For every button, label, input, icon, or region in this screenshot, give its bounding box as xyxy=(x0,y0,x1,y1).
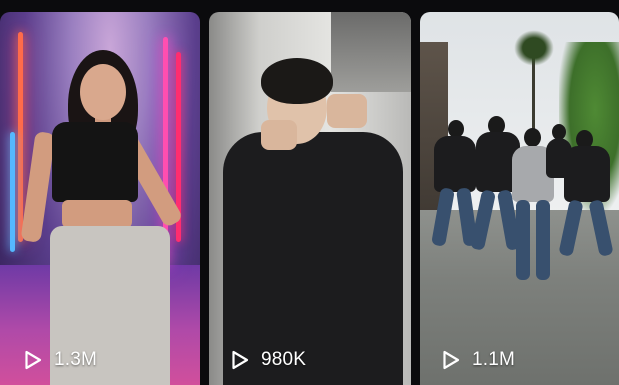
dancer-hand xyxy=(327,94,367,128)
play-icon xyxy=(25,350,42,370)
background-window xyxy=(331,12,411,92)
video-card-2[interactable]: 980K xyxy=(209,12,411,385)
view-count: 980K xyxy=(231,349,306,371)
palm-tree xyxy=(514,30,554,66)
play-icon xyxy=(443,350,460,370)
view-count: 1.1M xyxy=(442,349,515,371)
dancer-shirt xyxy=(223,132,403,385)
view-count-label: 1.3M xyxy=(54,349,98,370)
dancer-head xyxy=(80,64,126,120)
view-count-label: 1.1M xyxy=(472,349,516,370)
dancer-hand xyxy=(261,120,297,150)
dancer-midriff xyxy=(62,200,132,228)
neon-light xyxy=(10,132,15,252)
group-dancer-head xyxy=(524,128,541,147)
video-card-3[interactable]: 1.1M xyxy=(420,12,619,385)
dancer-hair xyxy=(261,58,333,104)
video-grid: 1.3M 980K 1.1M xyxy=(0,0,619,385)
group-dancer-shirt xyxy=(564,146,610,202)
group-dancer-shirt xyxy=(434,136,476,192)
play-icon xyxy=(232,350,249,370)
view-count-label: 980K xyxy=(261,349,307,370)
group-dancer-leg xyxy=(536,200,550,280)
group-dancer-leg xyxy=(516,200,530,280)
dancer-top xyxy=(52,122,138,202)
neon-light xyxy=(18,32,23,242)
view-count: 1.3M xyxy=(24,349,97,371)
video-card-1[interactable]: 1.3M xyxy=(0,12,200,385)
